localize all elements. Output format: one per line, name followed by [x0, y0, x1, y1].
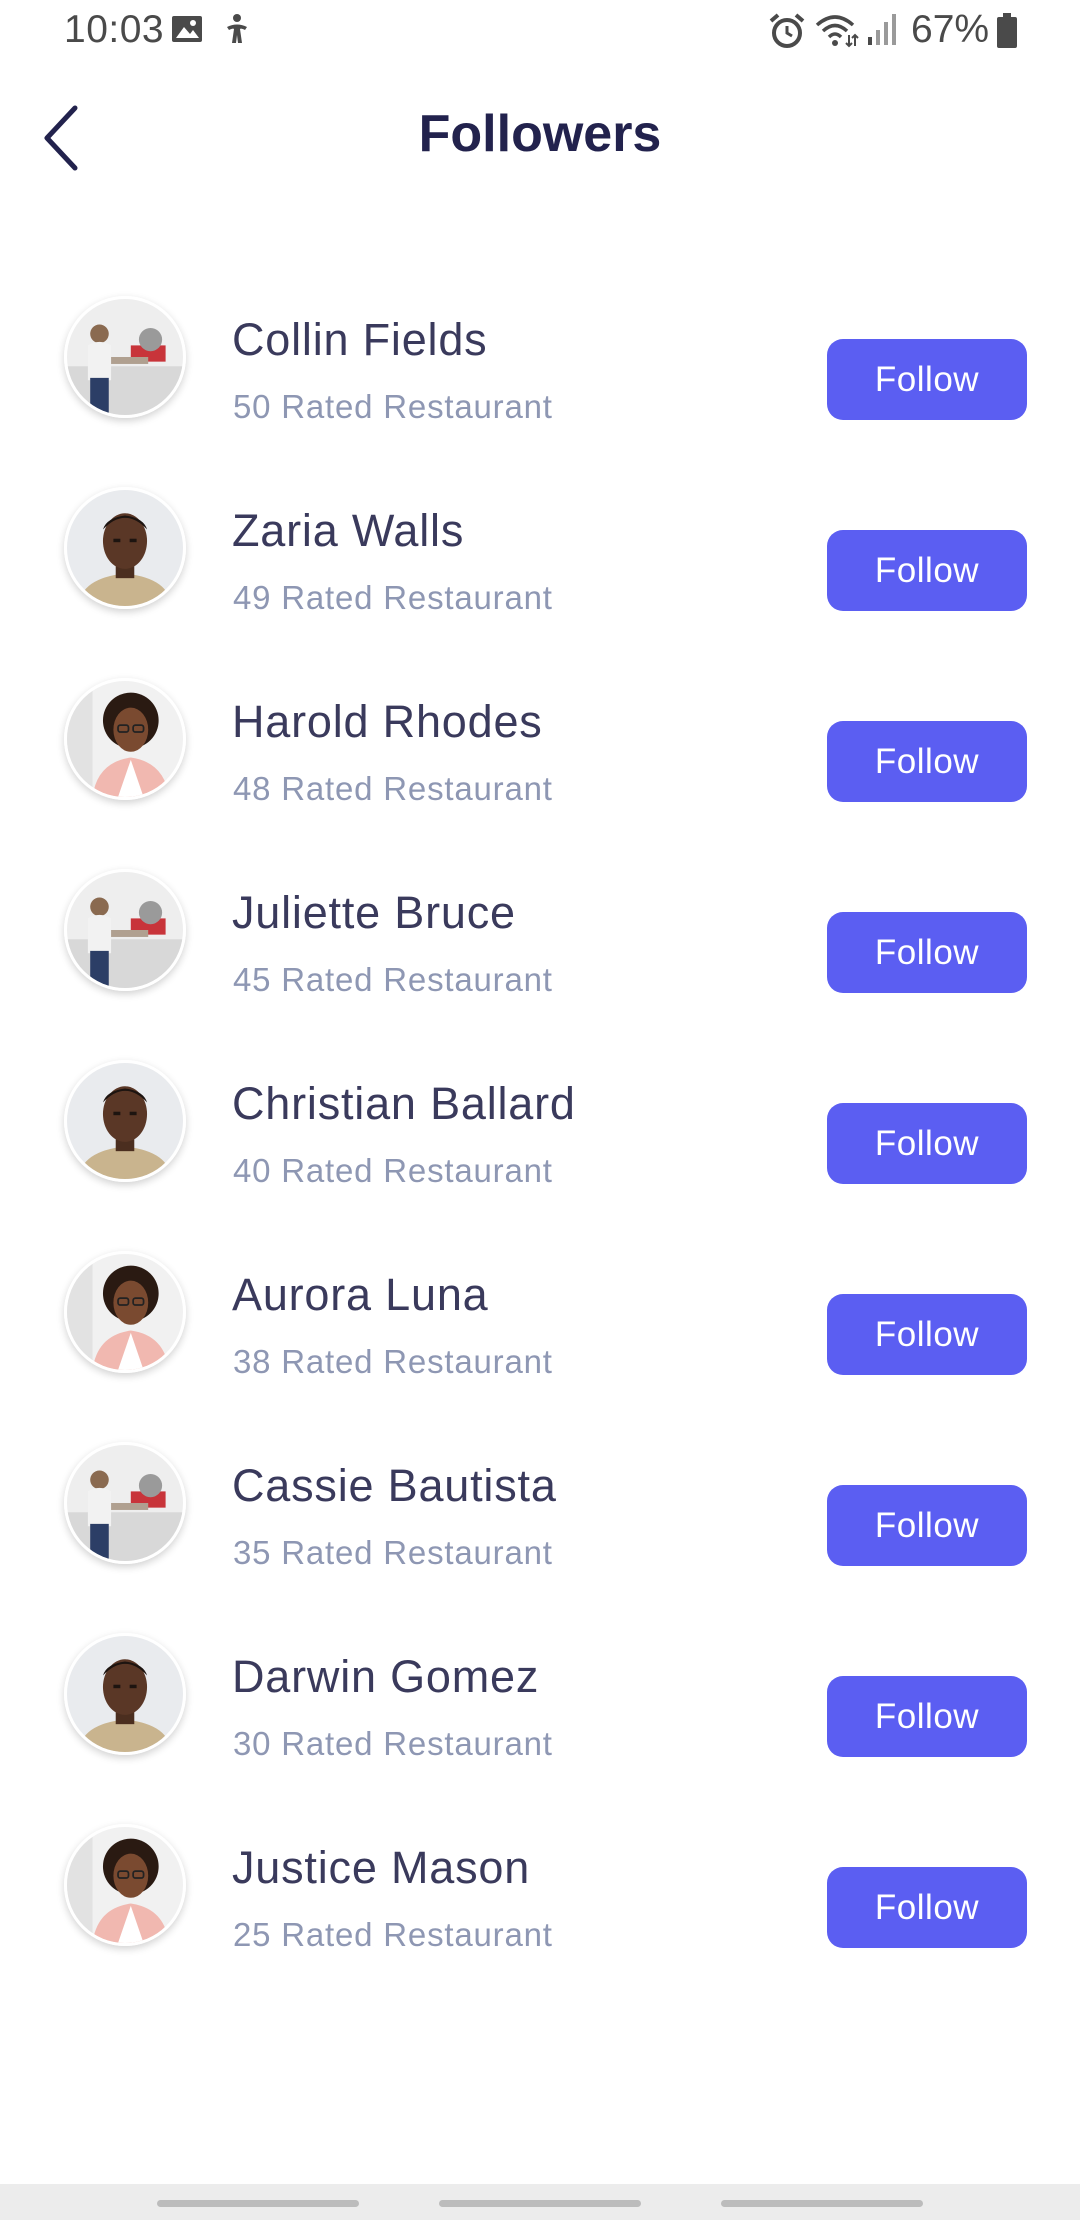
follower-row: Collin Fields 50 Rated Restaurant Follow — [0, 290, 1080, 481]
follower-rated-count: 45 Rated Restaurant — [233, 961, 553, 998]
follower-row: Christian Ballard 40 Rated Restaurant Fo… — [0, 1054, 1080, 1245]
follower-name: Zaria Walls — [232, 505, 465, 556]
follower-name: Darwin Gomez — [232, 1651, 540, 1702]
followers-screen: 10:03 67% Followers Collin Fields 50 Rat… — [0, 0, 1080, 2220]
avatar[interactable] — [64, 487, 186, 609]
gallery-icon — [172, 16, 202, 42]
follow-button[interactable]: Follow — [827, 339, 1027, 420]
follower-name: Harold Rhodes — [232, 696, 543, 747]
follower-rated-count: 40 Rated Restaurant — [233, 1152, 553, 1189]
wifi-icon — [815, 15, 859, 48]
avatar-image — [67, 1063, 183, 1179]
follower-row: Harold Rhodes 48 Rated Restaurant Follow — [0, 672, 1080, 863]
avatar-image — [67, 1827, 183, 1943]
follower-row: Cassie Bautista 35 Rated Restaurant Foll… — [0, 1436, 1080, 1627]
follow-button[interactable]: Follow — [827, 1485, 1027, 1566]
avatar-image — [67, 299, 183, 415]
navigation-bar — [0, 2184, 1080, 2220]
follower-name: Juliette Bruce — [232, 887, 516, 938]
avatar-image — [67, 1445, 183, 1561]
follow-button[interactable]: Follow — [827, 1867, 1027, 1948]
follower-rated-count: 38 Rated Restaurant — [233, 1343, 553, 1380]
signal-icon — [868, 14, 896, 45]
status-bar: 10:03 67% — [0, 0, 1080, 62]
page-title: Followers — [418, 105, 662, 163]
avatar[interactable] — [64, 1060, 186, 1182]
follower-rated-count: 48 Rated Restaurant — [233, 770, 553, 807]
follower-name: Cassie Bautista — [232, 1460, 557, 1511]
follow-button[interactable]: Follow — [827, 1676, 1027, 1757]
follow-button[interactable]: Follow — [827, 721, 1027, 802]
follower-rated-count: 49 Rated Restaurant — [233, 579, 553, 616]
follower-rated-count: 50 Rated Restaurant — [233, 388, 553, 425]
follower-list: Collin Fields 50 Rated Restaurant Follow… — [0, 290, 1080, 2009]
alarm-icon — [769, 13, 805, 48]
follow-button[interactable]: Follow — [827, 1294, 1027, 1375]
avatar-image — [67, 1636, 183, 1752]
follower-name: Justice Mason — [232, 1842, 531, 1893]
recent-apps-handle[interactable] — [157, 2200, 359, 2207]
follower-row: Aurora Luna 38 Rated Restaurant Follow — [0, 1245, 1080, 1436]
follower-name: Aurora Luna — [232, 1269, 489, 1320]
follower-rated-count: 35 Rated Restaurant — [233, 1534, 553, 1571]
accessibility-icon — [227, 14, 247, 43]
avatar-image — [67, 681, 183, 797]
follower-row: Juliette Bruce 45 Rated Restaurant Follo… — [0, 863, 1080, 1054]
avatar-image — [67, 1254, 183, 1370]
back-handle[interactable] — [721, 2200, 923, 2207]
follower-name: Christian Ballard — [232, 1078, 576, 1129]
follower-row: Darwin Gomez 30 Rated Restaurant Follow — [0, 1627, 1080, 1818]
follower-name: Collin Fields — [232, 314, 488, 365]
follow-button[interactable]: Follow — [827, 530, 1027, 611]
avatar[interactable] — [64, 1824, 186, 1946]
avatar[interactable] — [64, 678, 186, 800]
follower-row: Justice Mason 25 Rated Restaurant Follow — [0, 1818, 1080, 2009]
follower-row: Zaria Walls 49 Rated Restaurant Follow — [0, 481, 1080, 672]
home-handle[interactable] — [439, 2200, 641, 2207]
follow-button[interactable]: Follow — [827, 912, 1027, 993]
avatar[interactable] — [64, 1442, 186, 1564]
status-time: 10:03 — [64, 8, 165, 51]
battery-icon — [997, 13, 1017, 48]
avatar[interactable] — [64, 1251, 186, 1373]
avatar-image — [67, 490, 183, 606]
follower-rated-count: 30 Rated Restaurant — [233, 1725, 553, 1762]
follow-button[interactable]: Follow — [827, 1103, 1027, 1184]
avatar[interactable] — [64, 296, 186, 418]
avatar[interactable] — [64, 1633, 186, 1755]
avatar-image — [67, 872, 183, 988]
follower-rated-count: 25 Rated Restaurant — [233, 1916, 553, 1953]
avatar[interactable] — [64, 869, 186, 991]
battery-percentage: 67% — [911, 8, 990, 51]
